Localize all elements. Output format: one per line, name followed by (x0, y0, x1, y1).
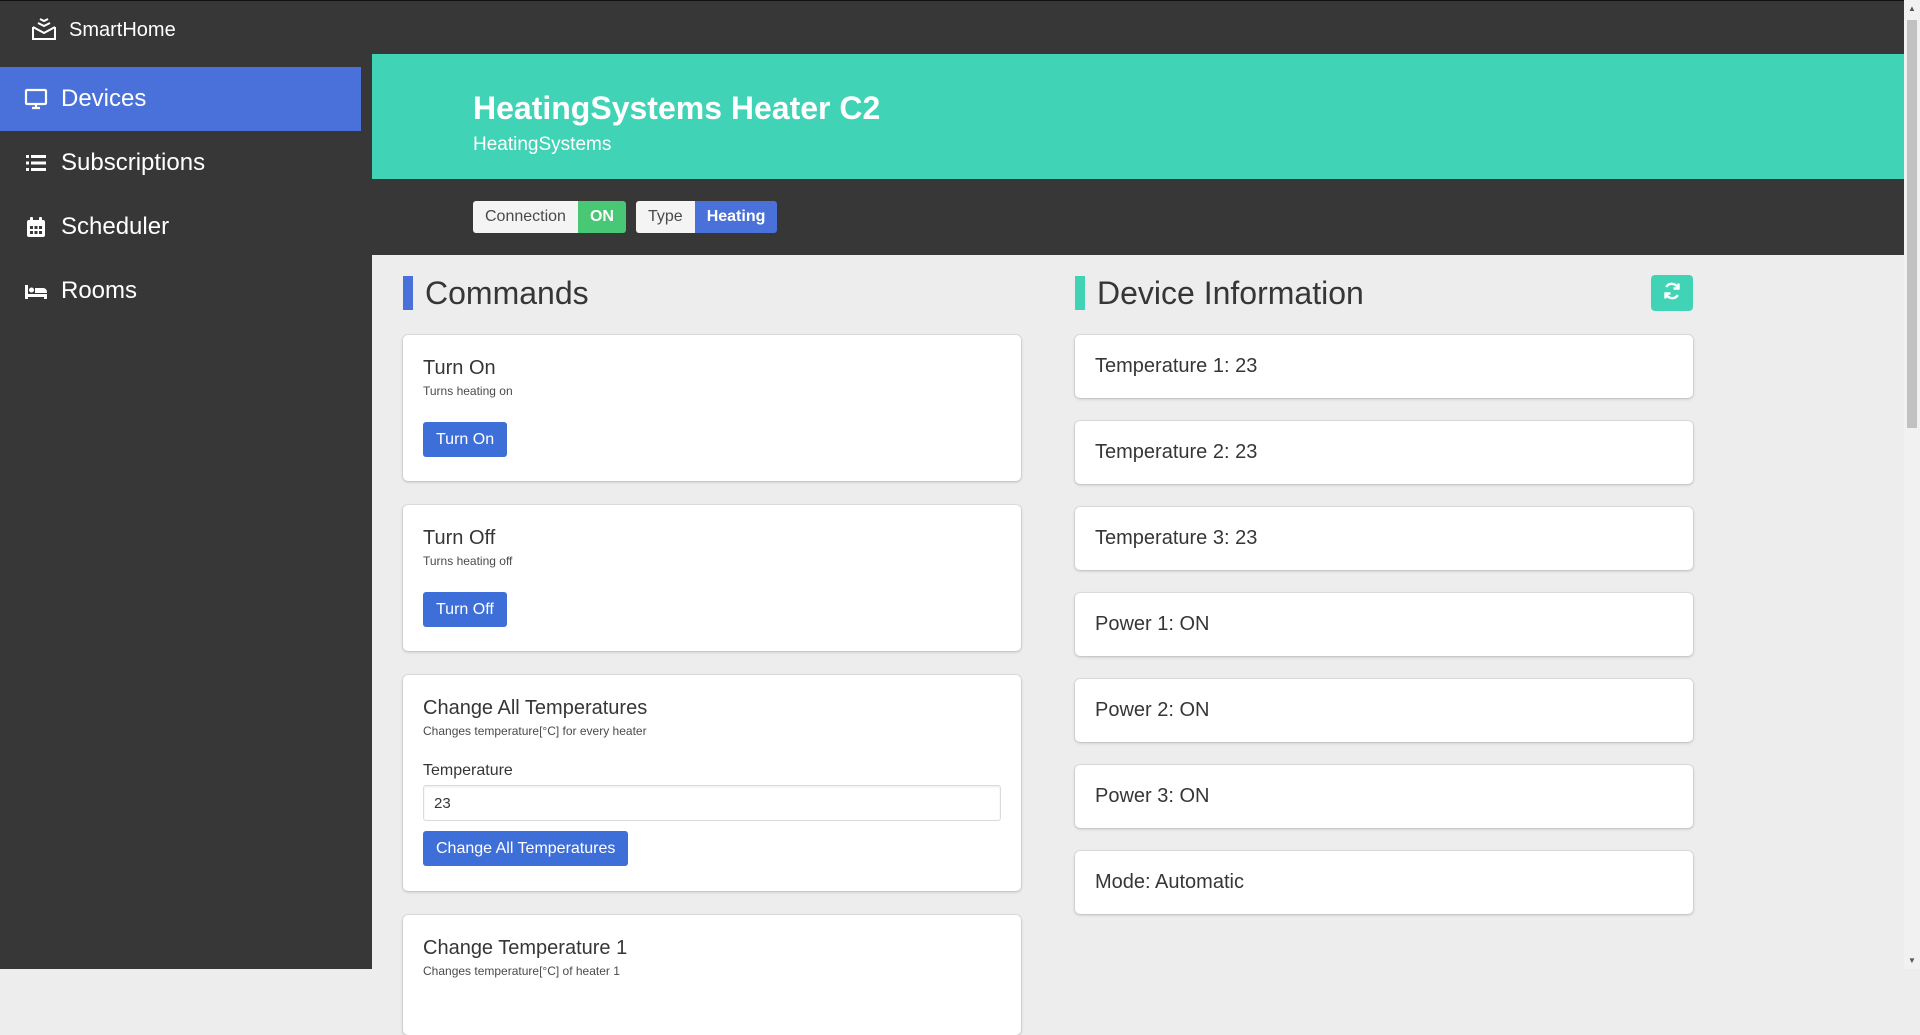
refresh-button[interactable] (1651, 275, 1693, 311)
sidebar: Devices Subscriptions Scheduler Rooms (0, 54, 372, 969)
command-description: Turns heating off (423, 554, 513, 568)
heading-accent-bar (403, 276, 413, 310)
command-card-change-all-temperatures: Change All Temperatures Changes temperat… (403, 675, 1021, 891)
command-title: Turn On (423, 357, 496, 379)
info-item: Power 1: ON (1075, 593, 1693, 656)
turn-on-button[interactable]: Turn On (423, 422, 508, 457)
list-icon (23, 150, 49, 176)
calendar-icon (23, 214, 49, 240)
device-info-heading: Device Information (1075, 274, 1364, 312)
temperature-field-label: Temperature (423, 762, 513, 779)
device-header: HeatingSystems Heater C2 HeatingSystems (372, 54, 1904, 179)
command-card-turn-on: Turn On Turns heating on Turn On (403, 335, 1021, 481)
device-info-title: Device Information (1097, 274, 1364, 311)
app-name: SmartHome (69, 19, 176, 41)
command-title: Change Temperature 1 (423, 937, 628, 959)
sidebar-item-rooms[interactable]: Rooms (0, 259, 361, 323)
command-description: Changes temperature[°C] for every heater (423, 724, 647, 738)
change-all-temperatures-button[interactable]: Change All Temperatures (423, 831, 629, 866)
commands-title: Commands (425, 274, 589, 311)
refresh-icon (1662, 281, 1682, 306)
page-scrollbar[interactable]: ▲ ▼ (1904, 0, 1920, 969)
smarthome-logo-icon (30, 14, 58, 47)
command-description: Turns heating on (423, 384, 513, 398)
sidebar-item-subscriptions[interactable]: Subscriptions (0, 131, 361, 195)
command-title: Change All Temperatures (423, 697, 648, 719)
temperature-input[interactable] (423, 785, 1001, 821)
info-item: Temperature 1: 23 (1075, 335, 1693, 398)
type-tag-value: Heating (694, 201, 778, 233)
info-item: Temperature 3: 23 (1075, 507, 1693, 570)
page-subtitle: HeatingSystems (473, 134, 612, 155)
brand[interactable]: SmartHome (30, 14, 176, 47)
type-tag: Type Heating (636, 201, 778, 233)
heading-accent-bar (1075, 276, 1085, 310)
info-item: Power 2: ON (1075, 679, 1693, 742)
tag-bar: Connection ON Type Heating (372, 179, 1904, 255)
command-card-turn-off: Turn Off Turns heating off Turn Off (403, 505, 1021, 651)
turn-off-button[interactable]: Turn Off (423, 592, 507, 627)
info-item: Mode: Automatic (1075, 851, 1693, 914)
top-bar: SmartHome (0, 0, 1920, 54)
command-title: Turn Off (423, 527, 496, 549)
command-card-change-temperature-1: Change Temperature 1 Changes temperature… (403, 915, 1021, 1035)
sidebar-item-label: Scheduler (61, 213, 170, 240)
command-description: Changes temperature[°C] of heater 1 (423, 964, 620, 978)
info-item: Temperature 2: 23 (1075, 421, 1693, 484)
page-title: HeatingSystems Heater C2 (473, 90, 881, 126)
scroll-up-arrow-icon[interactable]: ▲ (1908, 4, 1916, 13)
connection-tag-value: ON (577, 201, 626, 233)
sidebar-item-scheduler[interactable]: Scheduler (0, 195, 361, 259)
connection-tag: Connection ON (473, 201, 626, 233)
info-item: Power 3: ON (1075, 765, 1693, 828)
scroll-down-arrow-icon[interactable]: ▼ (1908, 956, 1916, 965)
type-tag-label: Type (636, 201, 695, 233)
sidebar-item-label: Rooms (61, 277, 138, 304)
bed-icon (23, 278, 49, 304)
sidebar-item-devices[interactable]: Devices (0, 67, 361, 131)
connection-tag-label: Connection (473, 201, 578, 233)
monitor-icon (23, 86, 49, 112)
commands-heading: Commands (403, 274, 589, 312)
sidebar-item-label: Devices (61, 85, 147, 112)
sidebar-item-label: Subscriptions (61, 149, 206, 176)
scrollbar-thumb[interactable] (1907, 20, 1917, 428)
